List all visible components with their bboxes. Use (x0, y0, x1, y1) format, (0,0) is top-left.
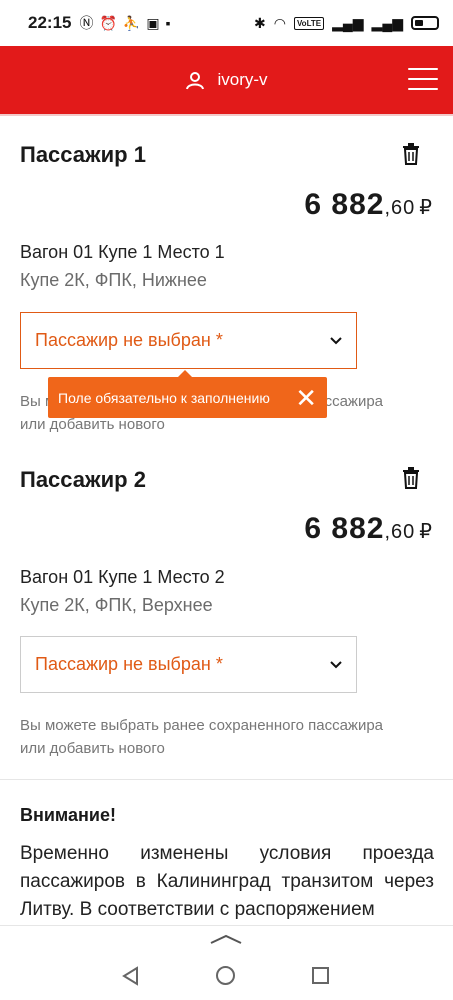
attention-text: Временно изменены условия проезда пассаж… (20, 843, 434, 920)
passenger-title: Пассажир 2 (20, 467, 146, 492)
alarm-icon: ⏰ (99, 14, 117, 31)
seat-info: Вагон 01 Купе 1 Место 2 (20, 567, 225, 587)
seat-info: Вагон 01 Купе 1 Место 1 (20, 242, 225, 262)
seat-details: Купе 2К, ФПК, Верхнее (20, 595, 213, 615)
recent-apps-icon[interactable] (312, 967, 329, 984)
tooltip-text: Поле обязательно к заполнению (58, 389, 270, 406)
app-header: ivory-v (0, 46, 453, 114)
signal-icon: ▂▄▆ (371, 14, 403, 31)
nfc-icon: Ⓝ (79, 15, 94, 31)
close-icon[interactable]: ✕ (295, 385, 317, 411)
chevron-up-icon[interactable] (210, 934, 242, 944)
wifi-icon: ◠ (273, 14, 286, 31)
select-placeholder: Пассажир не выбран (35, 654, 211, 674)
passenger-select[interactable]: Пассажир не выбран * (20, 636, 357, 693)
user-account[interactable]: ivory-v (185, 70, 268, 90)
chevron-down-icon (330, 336, 342, 344)
validation-tooltip: Поле обязательно к заполнению ✕ (48, 370, 327, 418)
divider (0, 779, 453, 780)
trash-icon[interactable] (402, 467, 420, 489)
user-icon (186, 72, 205, 90)
passenger-select[interactable]: Пассажир не выбран * (20, 312, 357, 369)
required-mark: * (215, 654, 223, 674)
app-icon: ▣ (146, 14, 160, 31)
chevron-down-icon (330, 660, 342, 668)
status-time: 22:15 (28, 13, 72, 32)
trash-icon[interactable] (402, 143, 420, 165)
battery-icon (411, 16, 439, 30)
home-icon[interactable] (216, 966, 235, 985)
passenger-hint: Вы можете выбрать ранее сохраненного пас… (20, 717, 384, 757)
required-mark: * (215, 330, 223, 350)
ticket-price: 6 882,60 ₽ (304, 188, 433, 221)
bluetooth-icon: ✱ (253, 14, 266, 31)
back-icon[interactable] (121, 966, 139, 986)
status-bar: 22:15 Ⓝ ⏰ ⛹ ▣ ▪ ✱ ◠ VoLTE ▂▄▆ ▂▄▆ (0, 0, 453, 46)
app-icon: ⛹ (122, 14, 141, 31)
select-placeholder: Пассажир не выбран (35, 330, 211, 350)
seat-details: Купе 2К, ФПК, Нижнее (20, 270, 207, 290)
username: ivory-v (217, 70, 268, 89)
ticket-price: 6 882,60 ₽ (304, 512, 433, 545)
menu-icon[interactable] (408, 68, 438, 90)
volte-icon: VoLTE (293, 16, 325, 30)
attention-title: Внимание! (20, 805, 116, 825)
signal-icon: ▂▄▆ (332, 14, 364, 31)
flag-icon: ▪ (165, 15, 171, 31)
bottom-navigation (0, 925, 453, 1000)
passenger-title: Пассажир 1 (20, 142, 146, 167)
